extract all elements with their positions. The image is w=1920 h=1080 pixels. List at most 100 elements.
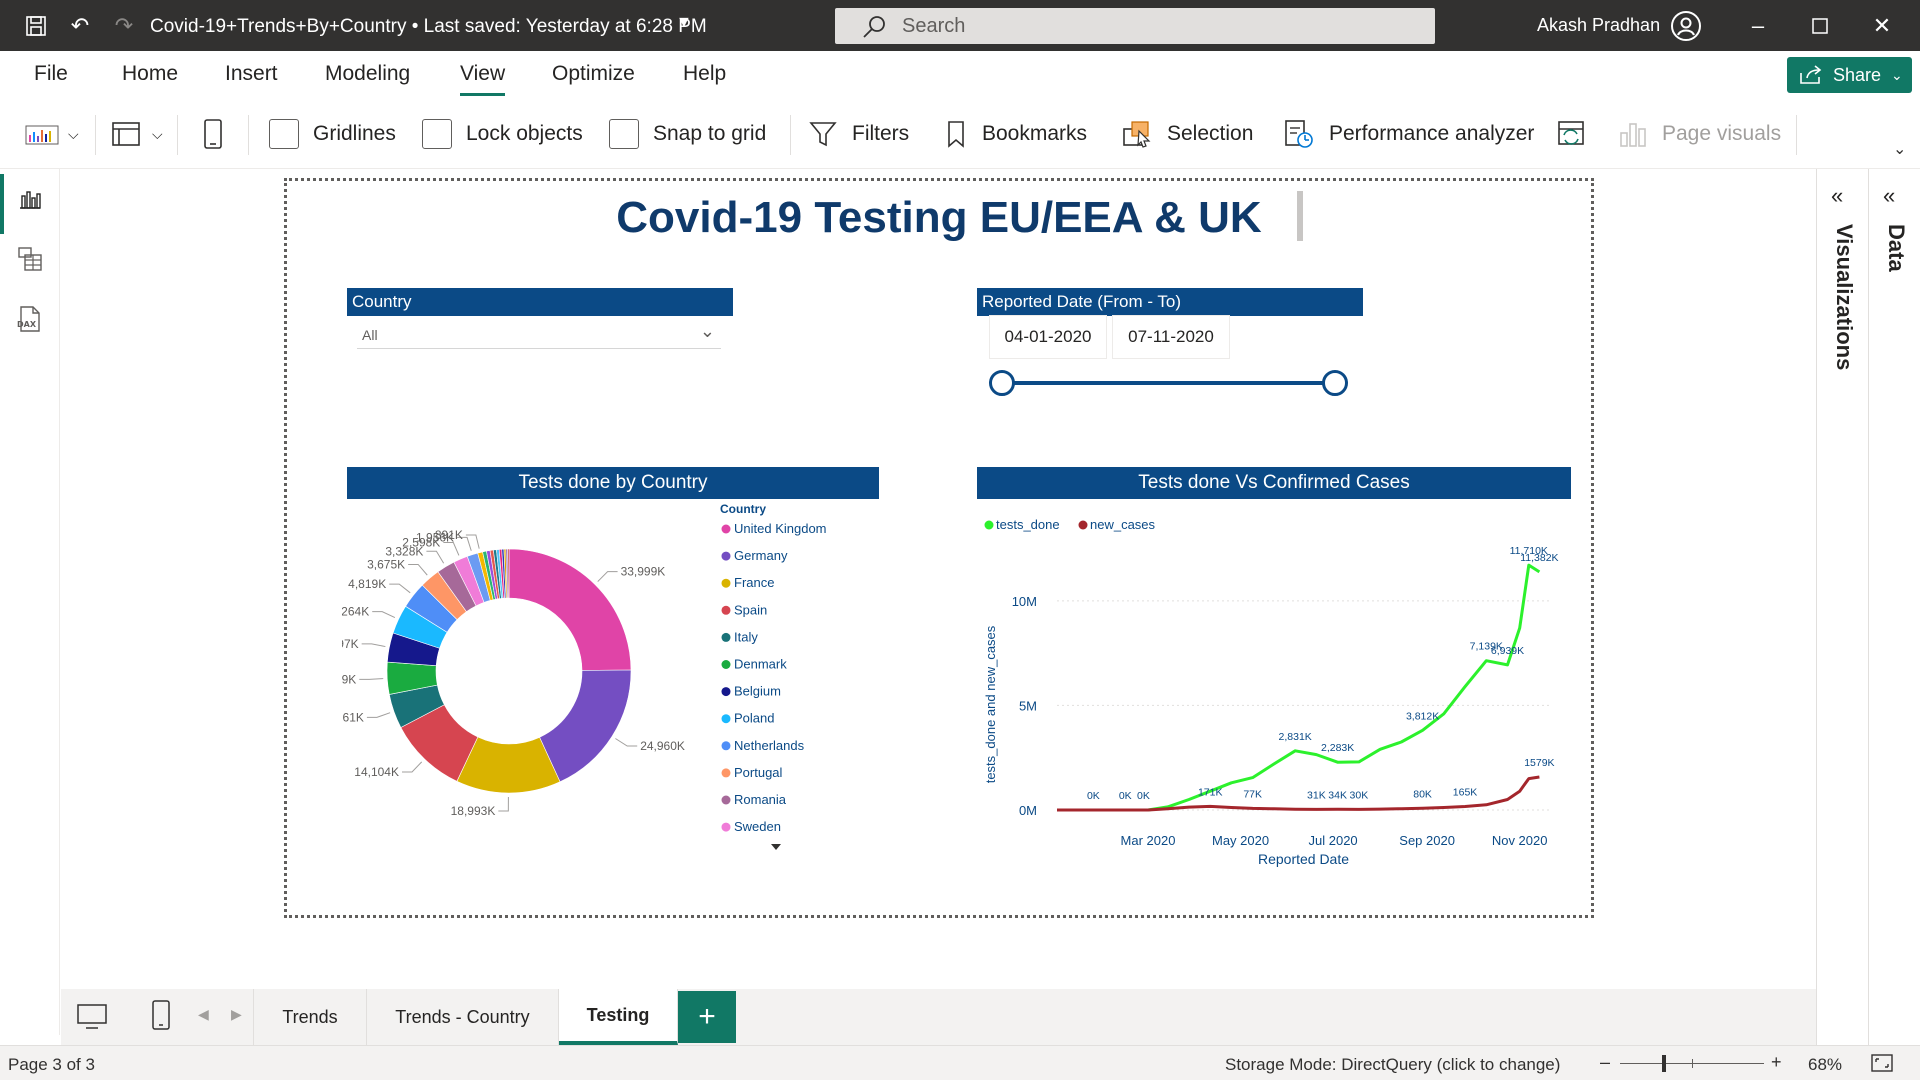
date-range-end-handle[interactable] xyxy=(1322,370,1348,396)
donut-slice[interactable] xyxy=(539,669,632,783)
date-range-track[interactable] xyxy=(1003,381,1337,385)
line-chart[interactable]: tests_done new_cases 0M 5M 10M Mar 2020 May 20… xyxy=(975,499,1575,869)
zoom-out-button[interactable]: – xyxy=(1600,1052,1610,1073)
zoom-level[interactable]: 68% xyxy=(1808,1055,1842,1075)
gridlines-label: Gridlines xyxy=(313,122,396,145)
menu-modeling[interactable]: Modeling xyxy=(325,62,410,86)
menu-help[interactable]: Help xyxy=(683,62,726,86)
legend-marker xyxy=(721,660,731,669)
search-input[interactable]: Search xyxy=(835,8,1435,44)
visualizations-pane[interactable]: « Visualizations xyxy=(1816,169,1868,1045)
avatar[interactable] xyxy=(1671,11,1701,41)
menu-home[interactable]: Home xyxy=(122,62,178,86)
visualizations-pane-label[interactable]: Visualizations xyxy=(1831,224,1857,370)
selection-icon xyxy=(1123,121,1151,148)
x-tick-label: May 2020 xyxy=(1212,833,1269,848)
date-to-input[interactable]: 07-11-2020 xyxy=(1112,315,1230,359)
zoom-in-button[interactable]: + xyxy=(1771,1052,1782,1073)
gridlines-checkbox[interactable]: Gridlines xyxy=(269,114,396,154)
table-view-button[interactable] xyxy=(0,234,60,284)
scroll-left-icon[interactable]: ◀ xyxy=(198,1006,209,1023)
performance-analyzer-button[interactable]: Performance analyzer xyxy=(1283,114,1534,154)
legend-item[interactable]: United Kingdom xyxy=(734,521,827,536)
x-tick-label: Mar 2020 xyxy=(1121,833,1176,848)
ribbon-separator xyxy=(790,115,791,155)
date-from-input[interactable]: 04-01-2020 xyxy=(989,315,1107,359)
add-page-button[interactable]: + xyxy=(678,991,736,1043)
snap-to-grid-label: Snap to grid xyxy=(653,122,767,145)
table-view-icon xyxy=(18,247,42,271)
theme-icon xyxy=(25,125,59,145)
page-tab-trends-country[interactable]: Trends - Country xyxy=(367,989,559,1045)
expand-pane-icon[interactable]: « xyxy=(1883,183,1895,209)
zoom-slider-thumb[interactable] xyxy=(1662,1055,1666,1072)
report-title[interactable]: Covid-19 Testing EU/EEA & UK xyxy=(287,193,1591,243)
legend-item[interactable]: Belgium xyxy=(734,684,781,699)
data-label: 1579K xyxy=(1524,757,1554,769)
undo-icon[interactable]: ↶ xyxy=(66,12,94,40)
legend-item[interactable]: Sweden xyxy=(734,819,781,834)
mobile-layout-button[interactable] xyxy=(200,114,240,154)
sync-slicers-button[interactable] xyxy=(1555,114,1603,154)
legend-item[interactable]: Denmark xyxy=(734,657,787,672)
data-pane-label[interactable]: Data xyxy=(1883,224,1909,272)
data-pane[interactable]: « Data xyxy=(1868,169,1920,1045)
save-icon[interactable] xyxy=(22,12,50,40)
legend-item[interactable]: Germany xyxy=(734,548,788,563)
share-button[interactable]: Share ⌄ xyxy=(1787,57,1912,93)
desktop-layout-icon[interactable] xyxy=(75,1001,109,1036)
filter-icon xyxy=(809,122,837,147)
data-label-leader xyxy=(366,712,391,718)
snap-to-grid-checkbox[interactable]: Snap to grid xyxy=(609,114,766,154)
page-tab-trends[interactable]: Trends xyxy=(253,989,367,1045)
chevron-down-icon[interactable]: ▼ xyxy=(676,14,692,32)
date-range-start-handle[interactable] xyxy=(989,370,1015,396)
dax-query-view-button[interactable]: DAX xyxy=(0,294,60,344)
bookmarks-button[interactable]: Bookmarks xyxy=(944,114,1087,154)
menu-optimize[interactable]: Optimize xyxy=(552,62,635,86)
close-icon[interactable]: ✕ xyxy=(1864,10,1900,42)
legend-item[interactable]: Romania xyxy=(734,792,787,807)
menu-file[interactable]: File xyxy=(34,62,68,86)
scroll-right-icon[interactable]: ▶ xyxy=(231,1006,242,1023)
legend-scroll-icon[interactable] xyxy=(771,844,781,850)
filters-button[interactable]: Filters xyxy=(808,114,909,154)
mobile-layout-icon[interactable] xyxy=(149,999,173,1036)
lock-objects-checkbox[interactable]: Lock objects xyxy=(422,114,583,154)
page-tab-testing[interactable]: Testing xyxy=(559,989,678,1045)
maximize-icon[interactable] xyxy=(1802,10,1838,42)
themes-button[interactable]: ⌵ xyxy=(24,114,79,154)
donut-chart[interactable]: 33,999K 24,960K 18,993K 14,104K 6,261K 5,809K… xyxy=(342,499,882,859)
legend-item[interactable]: Netherlands xyxy=(734,738,805,753)
data-label: 80K xyxy=(1413,788,1432,800)
legend-item[interactable]: Portugal xyxy=(734,765,783,780)
document-title[interactable]: Covid-19+Trends+By+Country • Last saved:… xyxy=(150,16,707,38)
page-visuals-button[interactable]: Page visuals xyxy=(1618,114,1781,154)
report-view-button[interactable] xyxy=(0,174,60,234)
legend-item[interactable]: new_cases xyxy=(1090,517,1156,532)
legend-item[interactable]: tests_done xyxy=(996,517,1060,532)
minimize-icon[interactable]: – xyxy=(1740,10,1776,42)
legend-item[interactable]: Poland xyxy=(734,711,774,726)
legend-item[interactable]: Spain xyxy=(734,602,767,617)
fit-to-page-icon[interactable] xyxy=(1870,1053,1894,1078)
legend-item[interactable]: Italy xyxy=(734,629,758,644)
ribbon-separator xyxy=(248,115,249,155)
donut-slice[interactable] xyxy=(508,548,632,671)
series-line-tests-done[interactable] xyxy=(1057,563,1541,812)
ribbon-expand-icon[interactable]: ⌄ xyxy=(1893,139,1906,159)
menu-view[interactable]: View xyxy=(460,62,506,96)
selection-button[interactable]: Selection xyxy=(1121,114,1253,154)
filters-label: Filters xyxy=(852,122,910,145)
expand-pane-icon[interactable]: « xyxy=(1831,183,1843,209)
page-view-button[interactable]: ⌵ xyxy=(110,114,163,154)
donut-slice[interactable] xyxy=(507,548,510,599)
y-axis-title: tests_done and new_cases xyxy=(983,625,998,783)
redo-icon[interactable]: ↷ xyxy=(110,12,138,40)
legend-item[interactable]: France xyxy=(734,575,774,590)
data-label: 6,939K xyxy=(1491,645,1524,657)
storage-mode[interactable]: Storage Mode: DirectQuery (click to chan… xyxy=(1225,1055,1560,1075)
y-tick-label: 5M xyxy=(1019,698,1037,713)
country-dropdown[interactable]: All ⌄ xyxy=(357,319,721,349)
menu-insert[interactable]: Insert xyxy=(225,62,278,86)
